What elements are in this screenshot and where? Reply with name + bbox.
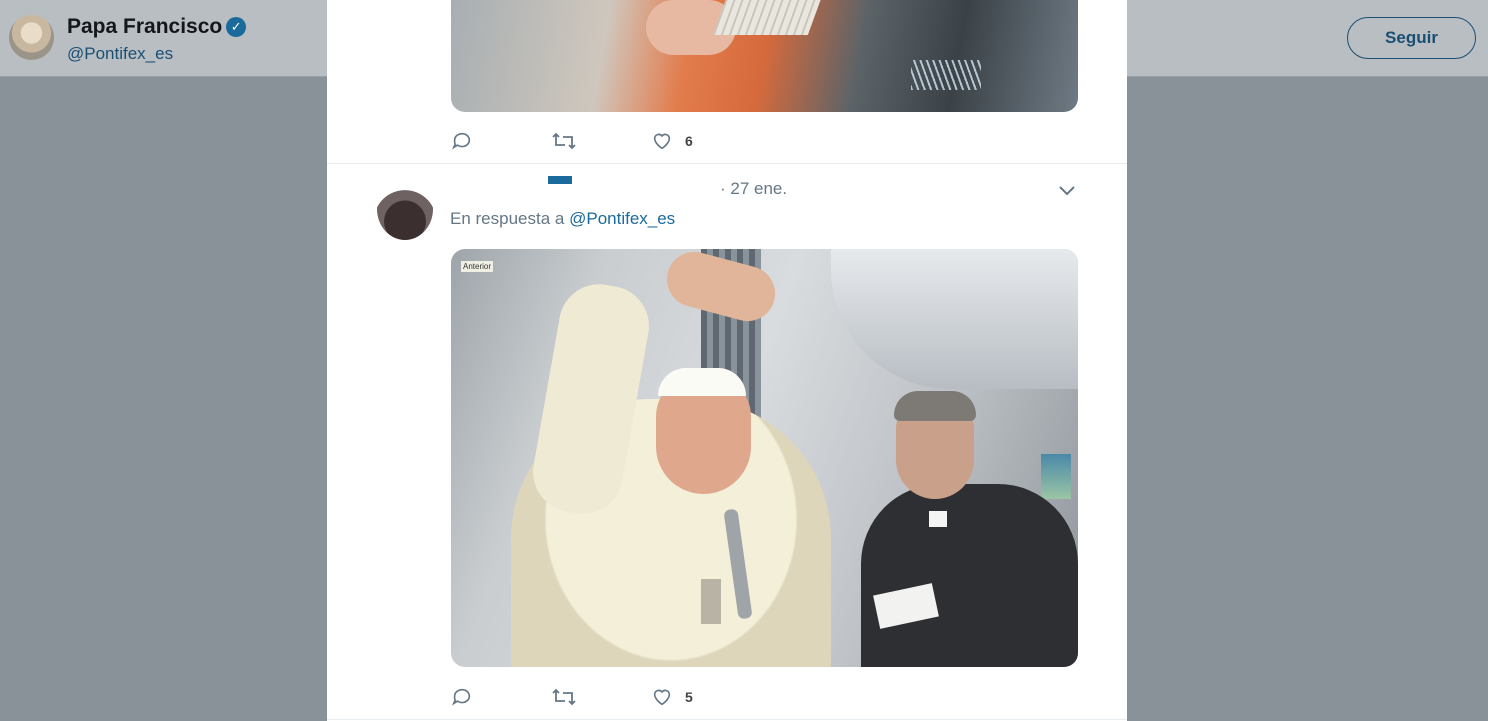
profile-handle[interactable]: @Pontifex_es [67, 44, 173, 64]
author-name-fragment [548, 176, 572, 184]
reply-button[interactable] [451, 130, 551, 152]
tweet-divider [327, 719, 1127, 720]
conversation-modal: 6 · 27 ene. En respuesta a @Pontifex_es … [327, 0, 1127, 721]
heart-icon [653, 133, 671, 150]
image-vent [911, 60, 981, 90]
image-caption-badge: Anterior [461, 261, 494, 272]
heart-icon [653, 689, 671, 706]
tweet-timestamp[interactable]: · 27 ene. [720, 179, 787, 199]
tweet-menu-button[interactable] [1058, 183, 1076, 202]
chevron-down-icon [1059, 186, 1075, 196]
reply-context: En respuesta a @Pontifex_es [450, 209, 675, 229]
reply-mention-link[interactable]: @Pontifex_es [569, 209, 675, 228]
image-zucchetto [658, 368, 746, 396]
like-button[interactable]: 5 [651, 686, 693, 708]
reply-button[interactable] [451, 686, 551, 708]
retweet-button[interactable] [551, 130, 651, 152]
image-cabin-ceiling [831, 249, 1078, 389]
reply-icon [451, 688, 471, 706]
like-count: 5 [685, 689, 693, 705]
like-button[interactable]: 6 [651, 130, 693, 152]
tweet-image-computer[interactable] [451, 0, 1078, 112]
image-keyboard [712, 0, 825, 35]
profile-avatar[interactable] [9, 15, 54, 60]
image-cabin-screen [1041, 454, 1071, 499]
profile-name-text: Papa Francisco [67, 15, 223, 38]
profile-name[interactable]: Papa Francisco ✓ [67, 15, 247, 39]
tweet-actions: 6 [451, 128, 693, 154]
tweet-actions: 5 [451, 684, 693, 710]
tweet-image-pope-plane[interactable]: Anterior [451, 249, 1078, 667]
retweet-icon [552, 132, 576, 150]
image-priest-collar [929, 511, 947, 527]
tweet-divider [327, 163, 1127, 164]
image-pectoral-cross [701, 579, 721, 624]
image-priest-body [861, 484, 1078, 667]
follow-button[interactable]: Seguir [1347, 17, 1476, 59]
like-count: 6 [685, 133, 693, 149]
image-priest-hair [894, 391, 976, 421]
reply-prefix: En respuesta a [450, 209, 565, 228]
tweet-author-avatar[interactable] [377, 178, 433, 240]
retweet-icon [552, 688, 576, 706]
verified-badge-icon: ✓ [226, 17, 247, 38]
reply-icon [451, 132, 471, 150]
retweet-button[interactable] [551, 686, 651, 708]
